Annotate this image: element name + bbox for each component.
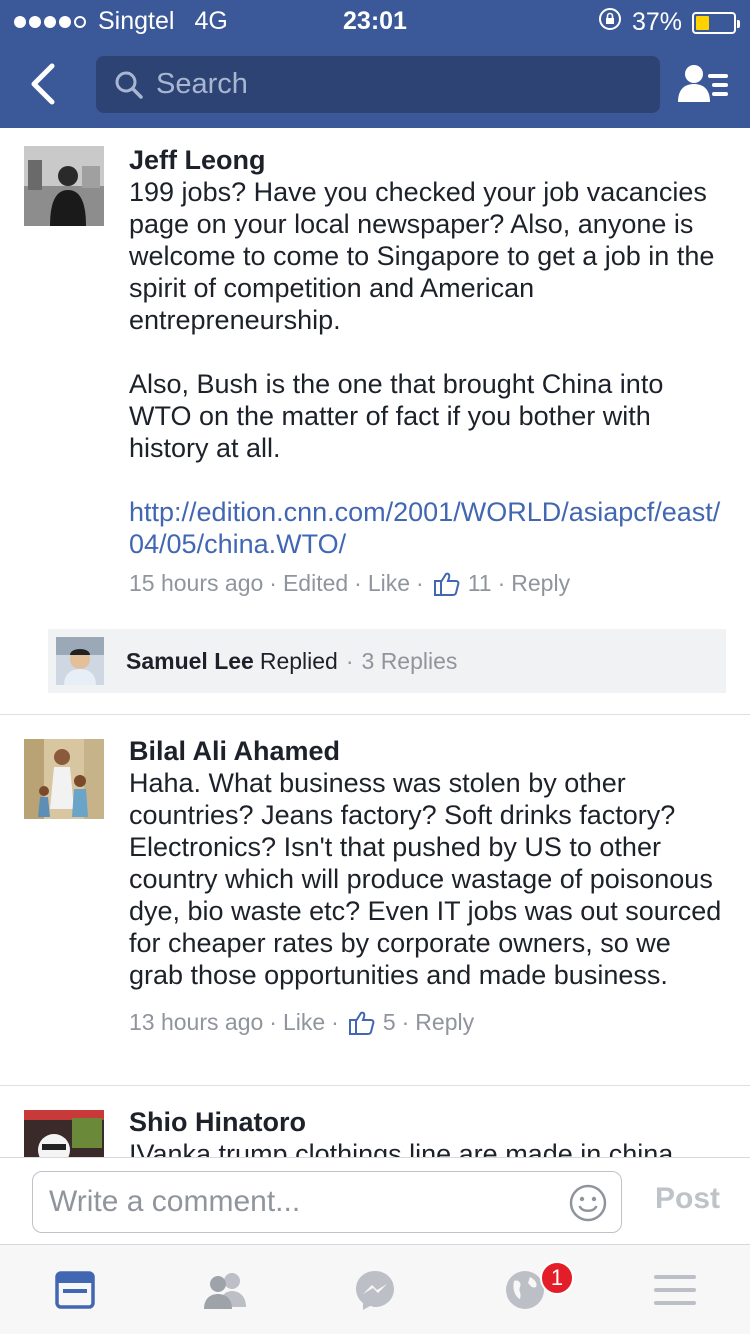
battery-icon (692, 11, 740, 34)
search-placeholder: Search (156, 68, 248, 100)
comments-list: Jeff Leong 199 jobs? Have you checked yo… (0, 128, 750, 1157)
tab-notifications[interactable]: 1 (450, 1245, 600, 1334)
comment-meta: 15 hours ago · Edited · Like · 11 · Repl… (129, 570, 571, 597)
comment-body: Jeff Leong 199 jobs? Have you checked yo… (129, 144, 730, 597)
tab-bar: 1 (0, 1245, 750, 1334)
menu-icon (654, 1274, 696, 1305)
thumbs-up-icon (433, 572, 460, 596)
emoji-button[interactable] (569, 1184, 607, 1222)
tab-news-feed[interactable] (0, 1245, 150, 1334)
reply-author: Samuel Lee (126, 647, 254, 674)
replied-label: Replied (259, 647, 338, 674)
comment-author[interactable]: Bilal Ali Ahamed (129, 735, 730, 767)
comment-timestamp: 15 hours ago (129, 570, 264, 596)
header-bar: Singtel 4G 23:01 37% Search (0, 0, 750, 128)
status-bar: Singtel 4G 23:01 37% (0, 0, 750, 40)
reply-button[interactable]: Reply (415, 1009, 474, 1036)
reply-button[interactable]: Reply (511, 570, 570, 597)
like-count[interactable]: 5 (383, 1009, 396, 1036)
avatar[interactable] (24, 739, 104, 819)
comment-input[interactable]: Write a comment... (32, 1171, 622, 1233)
comment-author[interactable]: Shio Hinatoro (129, 1106, 730, 1138)
avatar[interactable] (24, 146, 104, 226)
replies-preview[interactable]: Samuel Lee Replied · 3 Replies (48, 629, 726, 693)
comment-item: Jeff Leong 199 jobs? Have you checked yo… (0, 128, 750, 715)
thumbs-up-icon (348, 1011, 375, 1035)
comment-placeholder: Write a comment... (49, 1185, 301, 1218)
search-input[interactable]: Search (96, 56, 660, 113)
comment-timestamp: 13 hours ago (129, 1009, 264, 1035)
avatar (56, 637, 104, 685)
smiley-icon (569, 1184, 607, 1222)
friends-icon (204, 1272, 246, 1309)
battery-fill (696, 15, 710, 30)
reply-count: 3 Replies (361, 647, 458, 674)
comment-composer: Write a comment... Post (0, 1157, 750, 1245)
rotation-lock-icon (598, 7, 622, 38)
tab-messenger[interactable] (300, 1245, 450, 1334)
tab-friends[interactable] (150, 1245, 300, 1334)
comment-body: Shio Hinatoro IVanka trump clothings lin… (129, 1106, 730, 1157)
like-button[interactable]: Like (283, 1009, 325, 1036)
avatar[interactable] (24, 1110, 104, 1157)
comment-meta: 13 hours ago · Like · 5 · Reply (129, 1009, 475, 1036)
back-button[interactable] (22, 60, 66, 108)
chevron-left-icon (31, 63, 55, 105)
comment-text: Haha. What business was stolen by other … (129, 768, 729, 990)
like-button[interactable]: Like (368, 570, 410, 597)
news-feed-icon (55, 1270, 95, 1309)
friend-list-button[interactable] (678, 62, 730, 108)
comment-text: IVanka trump clothings line are made in … (129, 1139, 674, 1157)
battery-percent: 37% (631, 8, 682, 36)
comment-author[interactable]: Jeff Leong (129, 144, 730, 176)
friend-list-icon (678, 65, 728, 102)
messenger-icon (356, 1270, 394, 1310)
edited-label[interactable]: Edited (283, 570, 348, 597)
comment-text: 199 jobs? Have you checked your job vaca… (129, 177, 715, 463)
comment-item: Shio Hinatoro IVanka trump clothings lin… (0, 1086, 750, 1157)
notification-badge: 1 (540, 1261, 574, 1295)
comment-item: Bilal Ali Ahamed Haha. What business was… (0, 715, 750, 1086)
status-right: 37% (598, 7, 740, 38)
search-icon (115, 71, 143, 99)
post-button[interactable]: Post (655, 1182, 720, 1216)
like-count[interactable]: 11 (468, 570, 492, 597)
tab-more[interactable] (600, 1245, 750, 1334)
comment-link[interactable]: http://edition.cnn.com/2001/WORLD/asiapc… (129, 496, 730, 560)
navigation-bar: Search (0, 40, 750, 128)
comment-body: Bilal Ali Ahamed Haha. What business was… (129, 735, 730, 1036)
